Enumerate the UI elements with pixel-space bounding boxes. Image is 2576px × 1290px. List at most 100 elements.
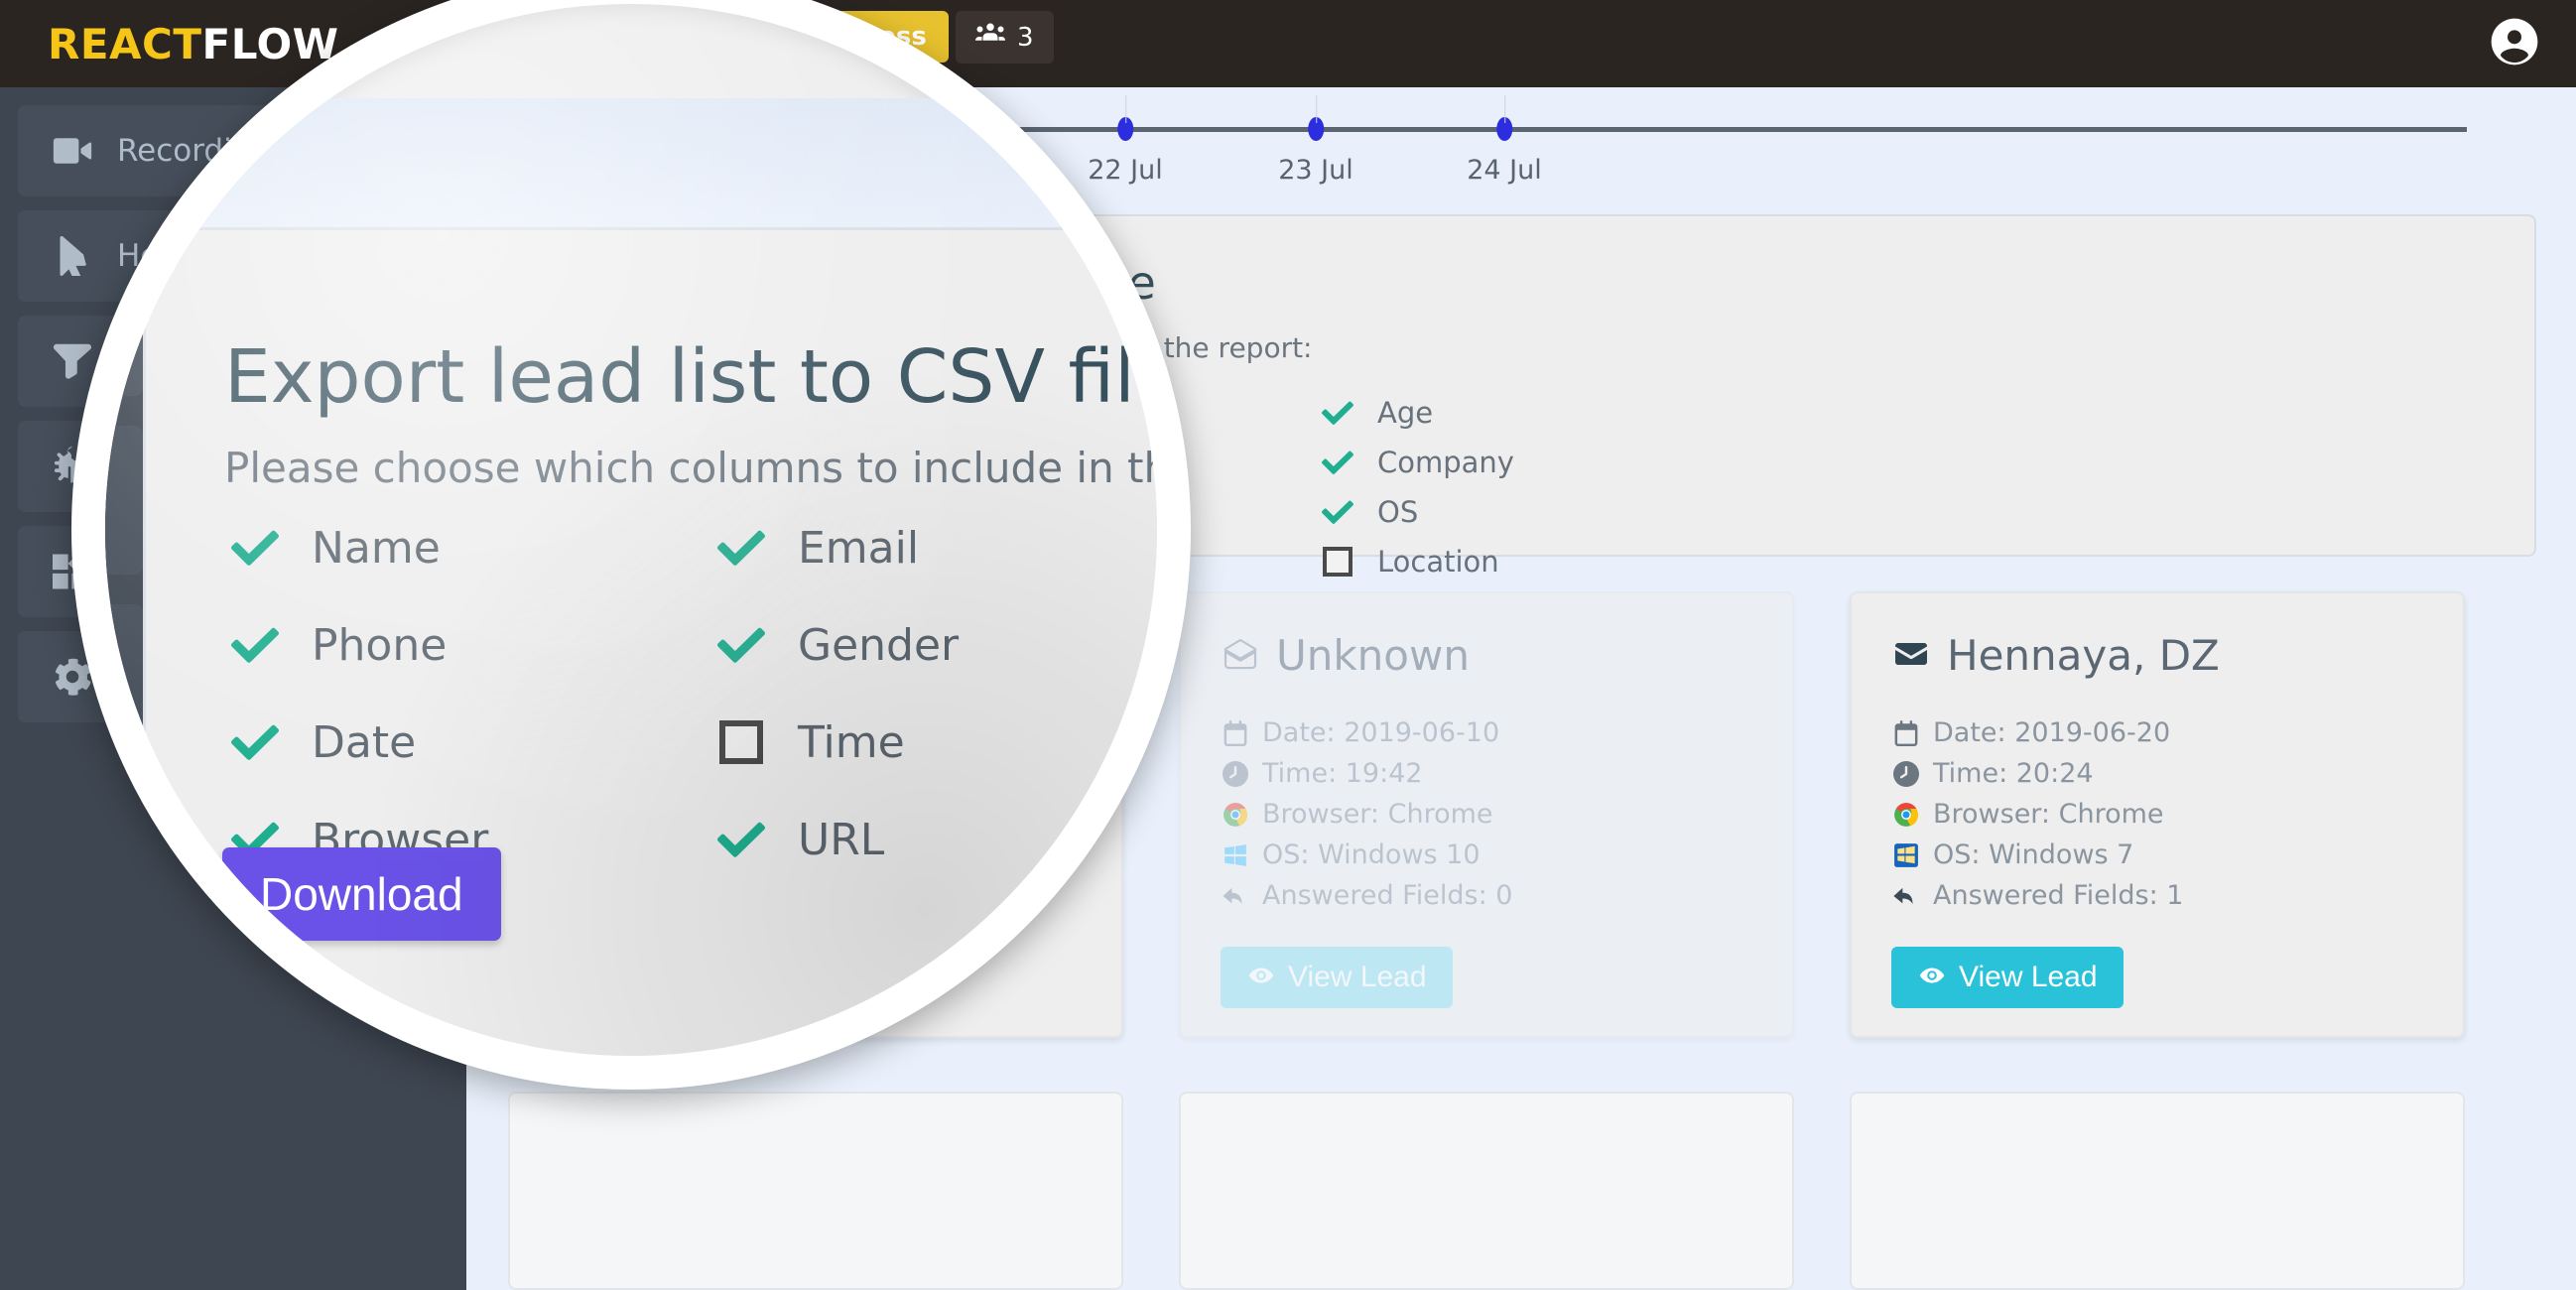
magnified-download-button[interactable]: Download: [222, 847, 501, 941]
view-lead-label: View Lead: [1288, 961, 1427, 993]
lead-answered: Answered Fields: 1: [1891, 880, 2423, 911]
lead-os-text: OS: Windows 10: [1262, 839, 1481, 870]
chrome-icon: [1221, 802, 1250, 828]
checkbox-row-age[interactable]: Age: [1316, 394, 1693, 432]
magnified-sidebar-item[interactable]: [105, 604, 143, 753]
magnified-checkbox-column-1: Name Phone Date Browser: [224, 515, 488, 904]
clock-icon: [1891, 760, 1921, 787]
view-lead-label: View Lead: [1959, 961, 2098, 993]
timeline-point[interactable]: 23 Jul: [1278, 95, 1353, 186]
lead-os: OS: Windows 10: [1221, 839, 1752, 870]
magnified-checkbox-row-gender[interactable]: Gender: [710, 612, 959, 678]
lead-os-text: OS: Windows 7: [1933, 839, 2134, 870]
magnified-export-subtitle: Please choose which columns to include i…: [224, 444, 1157, 492]
lead-time-text: Time: 20:24: [1933, 758, 2094, 789]
view-lead-button[interactable]: View Lead: [1891, 947, 2124, 1008]
empty-checkbox-icon: [1316, 544, 1359, 580]
magnified-checkbox-label: Name: [312, 522, 441, 574]
magnified-sidebar-item[interactable]: [105, 783, 143, 932]
lead-date-text: Date: 2019-06-20: [1933, 717, 2171, 748]
magnifier-content: Export lead list to CSV file Please choo…: [105, 4, 1157, 1056]
lead-card[interactable]: [1850, 1092, 2465, 1290]
lead-card-title-text: Unknown: [1276, 631, 1470, 680]
lead-browser-text: Browser: Chrome: [1933, 799, 2164, 830]
lead-browser: Browser: Chrome: [1891, 799, 2423, 830]
magnified-export-title: Export lead list to CSV file: [224, 334, 1157, 420]
magnified-sidebar-item[interactable]: [105, 426, 143, 575]
lead-card-title: Unknown: [1221, 631, 1752, 680]
magnified-checkbox-row-time[interactable]: Time: [710, 710, 959, 775]
magnified-timeline-band: [143, 98, 1157, 227]
check-icon: [224, 524, 286, 572]
lead-browser-text: Browser: Chrome: [1262, 799, 1493, 830]
avatar[interactable]: [2487, 14, 2542, 69]
timeline-label: 23 Jul: [1278, 155, 1353, 186]
check-icon: [1316, 494, 1359, 530]
magnified-checkbox-row-phone[interactable]: Phone: [224, 612, 488, 678]
lead-time: Time: 20:24: [1891, 758, 2423, 789]
check-icon: [710, 816, 772, 863]
checkbox-label: Location: [1377, 545, 1499, 579]
cursor-arrow-icon: [42, 236, 103, 276]
lead-answered-text: Answered Fields: 0: [1262, 880, 1513, 911]
check-icon: [710, 621, 772, 669]
lead-card-title-text: Hennaya, DZ: [1947, 631, 2220, 680]
lead-time-text: Time: 19:42: [1262, 758, 1423, 789]
lead-answered: Answered Fields: 0: [1221, 880, 1752, 911]
checkbox-label: Age: [1377, 396, 1434, 430]
checkbox-row-location[interactable]: Location: [1316, 543, 1693, 580]
lead-answered-text: Answered Fields: 1: [1933, 880, 2184, 911]
magnified-checkbox-label: URL: [798, 814, 885, 865]
magnified-checkbox-row-url[interactable]: URL: [710, 807, 959, 872]
lead-card[interactable]: [1179, 1092, 1794, 1290]
lead-os: OS: Windows 7: [1891, 839, 2423, 870]
reply-arrow-icon: [1891, 883, 1921, 909]
check-icon: [224, 718, 286, 766]
magnified-checkbox-label: Date: [312, 716, 417, 768]
view-lead-button[interactable]: View Lead: [1221, 947, 1453, 1008]
lead-card[interactable]: [508, 1092, 1123, 1290]
check-icon: [710, 524, 772, 572]
calendar-icon: [1891, 719, 1921, 746]
video-camera-icon: [42, 134, 103, 168]
lead-card[interactable]: Hennaya, DZ Date: 2019-06-20 Time: 20:24…: [1850, 591, 2465, 1038]
calendar-icon: [1221, 719, 1250, 746]
magnified-checkbox-row-email[interactable]: Email: [710, 515, 959, 580]
magnified-checkbox-label: Phone: [312, 619, 448, 671]
magnified-checkbox-label: Time: [798, 716, 905, 768]
magnified-sidebar-item[interactable]: [105, 247, 143, 396]
magnified-checkbox-column-2: Email Gender Time URL: [710, 515, 959, 904]
eye-icon: [1917, 961, 1947, 994]
windows7-icon: [1891, 842, 1921, 868]
magnified-checkbox-label: Gender: [798, 619, 960, 671]
magnified-view: Export lead list to CSV file Please choo…: [105, 98, 1157, 1056]
checkbox-row-company[interactable]: Company: [1316, 444, 1693, 481]
checkbox-label: Company: [1377, 446, 1514, 479]
checkbox-row-os[interactable]: OS: [1316, 493, 1693, 531]
lead-date: Date: 2019-06-10: [1221, 717, 1752, 748]
magnified-checkbox-row-name[interactable]: Name: [224, 515, 488, 580]
checkbox-label: OS: [1377, 495, 1419, 529]
clock-icon: [1221, 760, 1250, 787]
lead-browser: Browser: Chrome: [1221, 799, 1752, 830]
magnified-topbar-strip: [105, 98, 143, 227]
lead-card[interactable]: Unknown Date: 2019-06-10 Time: 19:42 Bro…: [1179, 591, 1794, 1038]
timeline-label: 24 Jul: [1467, 155, 1542, 186]
envelope-closed-icon: [1891, 631, 1931, 680]
lead-cards-row-2: [508, 1092, 2542, 1290]
timeline-point[interactable]: 24 Jul: [1467, 95, 1542, 186]
lead-date: Date: 2019-06-20: [1891, 717, 2423, 748]
empty-checkbox-icon: [710, 720, 772, 764]
lead-card-title: Hennaya, DZ: [1891, 631, 2423, 680]
magnified-checkbox-label: Email: [798, 522, 920, 574]
lead-date-text: Date: 2019-06-10: [1262, 717, 1500, 748]
app-root: REACTFLOW Business 3 Recordings Heatmaps: [0, 0, 2576, 1290]
magnified-checkbox-row-date[interactable]: Date: [224, 710, 488, 775]
envelope-open-icon: [1221, 631, 1260, 680]
check-icon: [224, 621, 286, 669]
check-icon: [1316, 445, 1359, 480]
eye-icon: [1246, 961, 1276, 994]
reply-arrow-icon: [1221, 883, 1250, 909]
magnifier-lens[interactable]: Export lead list to CSV file Please choo…: [71, 0, 1191, 1090]
lead-time: Time: 19:42: [1221, 758, 1752, 789]
